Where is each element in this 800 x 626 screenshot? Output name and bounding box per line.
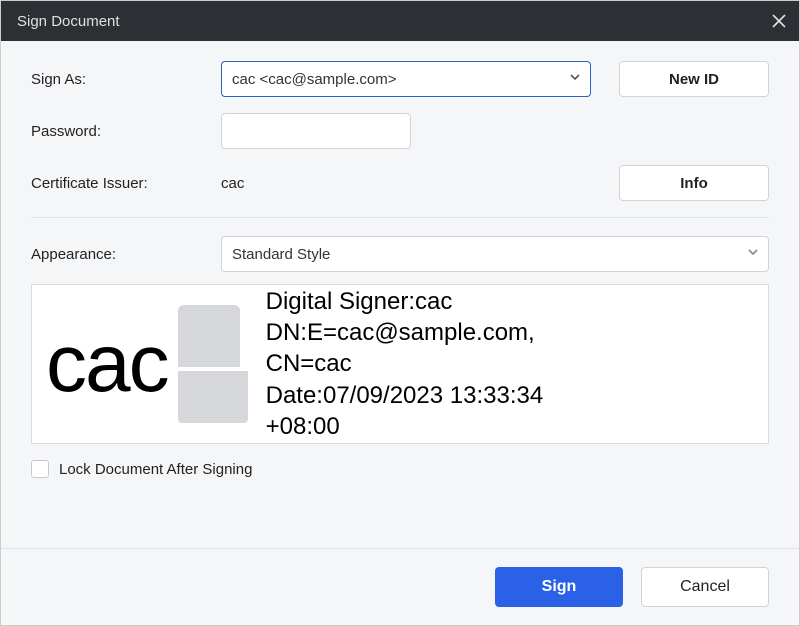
sign-document-dialog: Sign Document Sign As: cac <cac@sample.c… [0,0,800,626]
close-icon[interactable] [771,13,787,29]
appearance-select[interactable]: Standard Style [221,236,769,272]
info-button[interactable]: Info [619,165,769,201]
dialog-title: Sign Document [17,13,771,30]
cert-issuer-row: Certificate Issuer: cac Info [31,165,769,201]
dialog-content: Sign As: cac <cac@sample.com> New ID Pas… [1,41,799,548]
preview-date: Date:07/09/2023 13:33:34 [266,380,544,411]
dialog-footer: Sign Cancel [1,548,799,625]
cert-issuer-value: cac [221,175,244,192]
preview-cn: CN=cac [266,348,544,379]
sign-button[interactable]: Sign [495,567,623,607]
sign-as-value: cac <cac@sample.com> [232,71,396,88]
sign-as-select[interactable]: cac <cac@sample.com> [221,61,591,97]
preview-dn-email: DN:E=cac@sample.com, [266,317,544,348]
lock-checkbox[interactable] [31,460,49,478]
preview-details: Digital Signer:cac DN:E=cac@sample.com, … [266,286,544,442]
preview-signer: Digital Signer:cac [266,286,544,317]
password-label: Password: [31,123,221,140]
cancel-button[interactable]: Cancel [641,567,769,607]
password-input[interactable] [221,113,411,149]
preview-left: cac [46,305,266,423]
appearance-value: Standard Style [232,246,330,263]
divider [31,217,769,218]
lock-after-signing-row: Lock Document After Signing [31,460,769,478]
preview-tz: +08:00 [266,411,544,442]
lock-label: Lock Document After Signing [59,461,252,478]
titlebar: Sign Document [1,1,799,41]
signature-preview: cac Digital Signer:cac DN:E=cac@sample.c… [31,284,769,444]
appearance-label: Appearance: [31,246,221,263]
sign-as-row: Sign As: cac <cac@sample.com> New ID [31,61,769,97]
appearance-row: Appearance: Standard Style [31,236,769,272]
stamp-icon [178,305,248,423]
sign-as-label: Sign As: [31,71,221,88]
new-id-button[interactable]: New ID [619,61,769,97]
cert-issuer-label: Certificate Issuer: [31,175,221,192]
preview-name: cac [46,323,168,405]
password-row: Password: [31,113,769,149]
